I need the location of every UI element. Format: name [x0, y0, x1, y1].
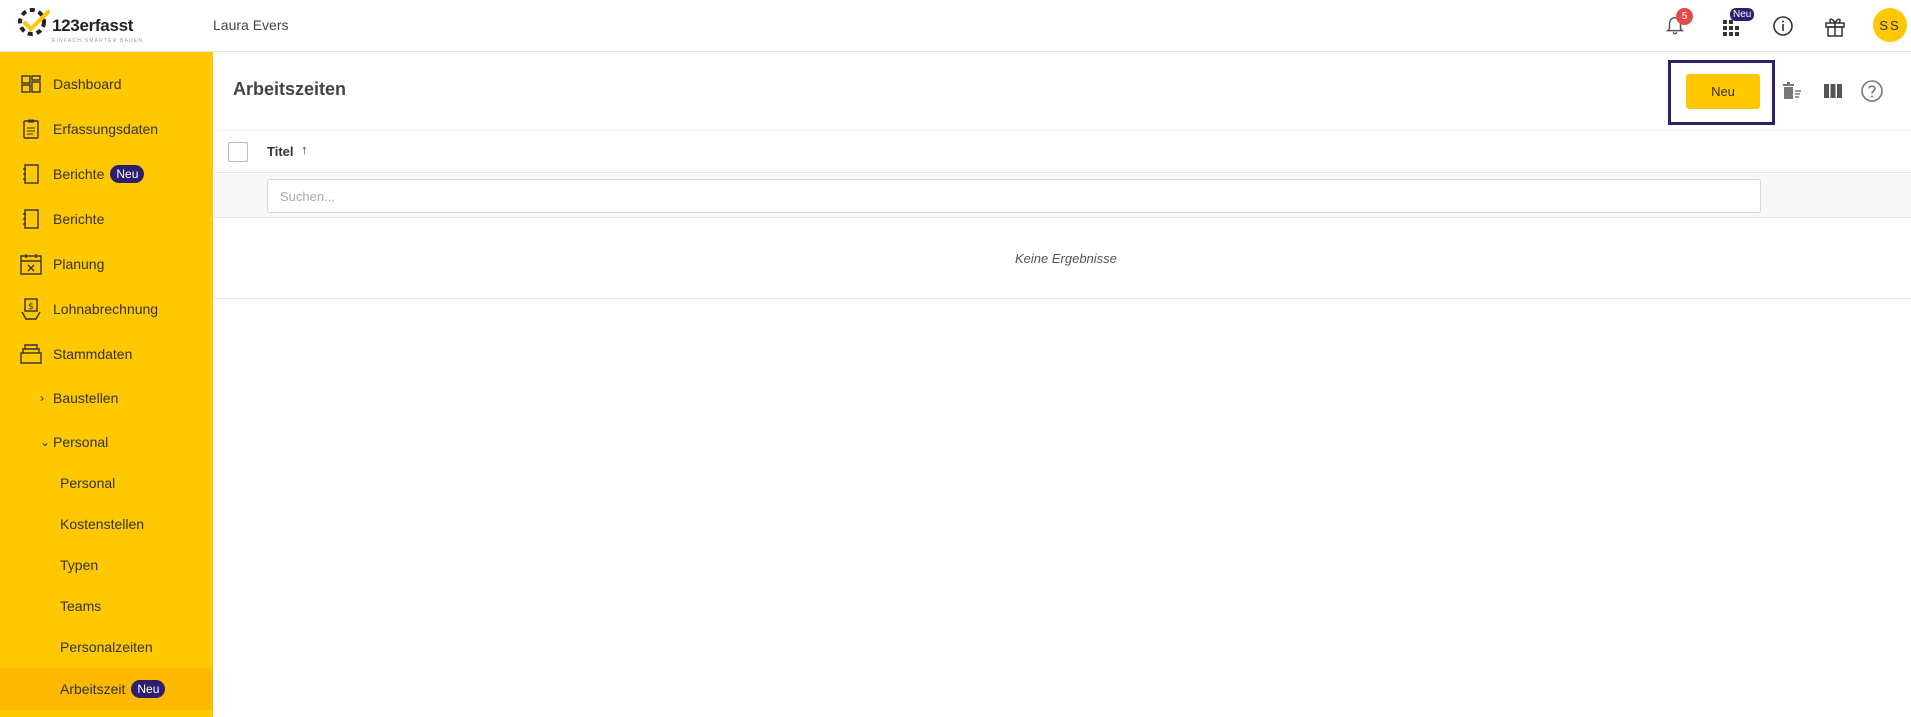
sidebar-item-stammdaten[interactable]: Stammdaten — [0, 334, 213, 374]
sort-ascending-icon[interactable]: ↑ — [301, 142, 308, 157]
sidebar-item-erfassungsdaten[interactable]: Erfassungsdaten — [0, 109, 213, 149]
sidebar-item-label: Personal — [60, 475, 116, 491]
database-icon — [20, 343, 42, 365]
columns-icon — [1824, 84, 1842, 98]
sidebar-item-personalzeiten[interactable]: Personalzeiten — [0, 627, 213, 667]
sidebar-item-label: Teams — [60, 598, 102, 614]
dashboard-icon — [20, 73, 42, 95]
delete-list-icon — [1783, 82, 1801, 99]
sidebar-item-label: Personal — [53, 434, 109, 450]
help-button[interactable] — [1859, 78, 1885, 104]
sidebar-item-label: Planung — [53, 256, 105, 272]
report-icon — [20, 163, 42, 185]
sidebar-item-label: Berichte — [53, 211, 105, 227]
page-title: Arbeitszeiten — [233, 79, 347, 99]
sidebar-item-lohnabrechnung[interactable]: $ Lohnabrechnung — [0, 289, 213, 329]
sidebar-item-arbeitszeit[interactable]: Arbeitszeit Neu — [0, 668, 213, 710]
chevron-down-icon: ⌄ — [40, 435, 51, 449]
brand-logo[interactable]: 123erfasst EINFACH SMARTER BAUEN — [18, 4, 148, 48]
sidebar-item-label: Personalzeiten — [60, 639, 153, 655]
sidebar-item-planung[interactable]: Planung — [0, 244, 213, 284]
columns-button[interactable] — [1820, 78, 1846, 104]
user-name: Laura Evers — [213, 17, 289, 33]
sidebar-item-label: Lohnabrechnung — [53, 301, 159, 317]
brand-name: 123erfasst — [52, 16, 134, 35]
apps-neu-badge: Neu — [1730, 8, 1755, 21]
search-input[interactable] — [267, 179, 1761, 213]
gift-button[interactable] — [1817, 8, 1853, 44]
sidebar-item-teams[interactable]: Teams — [0, 586, 213, 626]
column-header-titel[interactable]: Titel — [267, 144, 294, 159]
sidebar: Dashboard Erfassungsdaten Berichte Neu B… — [0, 52, 213, 717]
sidebar-item-label: Berichte — [53, 166, 105, 182]
info-icon — [1773, 16, 1793, 36]
sidebar-item-typen[interactable]: Typen — [0, 545, 213, 585]
sidebar-item-label: Erfassungsdaten — [53, 121, 159, 137]
notifications-button[interactable]: 5 — [1657, 8, 1693, 44]
sidebar-item-berichte-neu[interactable]: Berichte Neu — [0, 154, 213, 194]
sidebar-item-label: Dashboard — [53, 76, 122, 92]
table-header — [213, 131, 1911, 173]
sidebar-item-kostenstellen[interactable]: Kostenstellen — [0, 504, 213, 544]
clipboard-icon — [20, 118, 42, 140]
sidebar-item-berichte[interactable]: Berichte — [0, 199, 213, 239]
neu-badge: Neu — [131, 680, 166, 698]
apps-button[interactable]: Neu — [1714, 8, 1755, 44]
notification-count-badge: 5 — [1676, 8, 1693, 25]
calendar-icon — [20, 253, 42, 275]
brand-tagline: EINFACH SMARTER BAUEN — [52, 38, 144, 44]
sidebar-item-personal-group[interactable]: ⌄ Personal — [0, 422, 213, 462]
sidebar-item-label: Typen — [60, 557, 99, 573]
bulk-delete-button[interactable] — [1779, 78, 1805, 104]
chevron-right-icon: › — [40, 391, 44, 405]
new-button[interactable]: Neu — [1686, 74, 1760, 109]
neu-badge: Neu — [110, 165, 145, 183]
sidebar-item-label: Kostenstellen — [60, 516, 145, 532]
report-icon — [20, 208, 42, 230]
sidebar-item-label: Arbeitszeit — [60, 681, 126, 697]
avatar[interactable]: SS — [1873, 8, 1907, 42]
svg-text:$: $ — [28, 302, 34, 312]
sidebar-item-dashboard[interactable]: Dashboard — [0, 64, 213, 104]
sidebar-item-label: Baustellen — [53, 390, 119, 406]
empty-message: Keine Ergebnisse — [1015, 251, 1117, 266]
logo-mark-icon — [18, 8, 50, 36]
sidebar-item-baustellen[interactable]: › Baustellen — [0, 378, 213, 418]
sidebar-item-label: Stammdaten — [53, 346, 133, 362]
gift-icon — [1825, 18, 1845, 37]
info-button[interactable] — [1765, 8, 1801, 44]
payroll-icon: $ — [20, 298, 42, 320]
sidebar-item-personal[interactable]: Personal — [0, 463, 213, 503]
select-all-checkbox[interactable] — [228, 142, 248, 162]
help-icon — [1861, 80, 1883, 102]
top-bar: 123erfasst EINFACH SMARTER BAUEN Laura E… — [0, 0, 1911, 52]
